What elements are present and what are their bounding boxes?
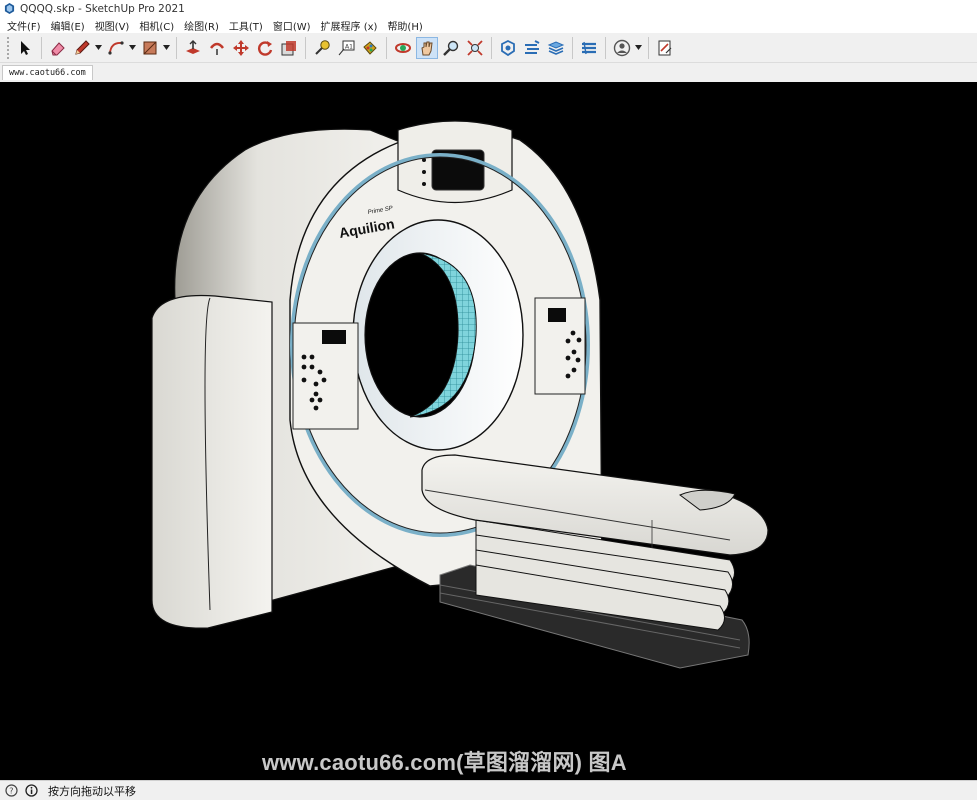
tape-measure-tool-button[interactable] <box>311 37 333 59</box>
menu-extensions[interactable]: 扩展程序 (x) <box>316 18 383 33</box>
toolbar-separator <box>386 36 387 59</box>
watermark-text: www.caotu66.com(草图溜溜网) 图A <box>262 750 627 775</box>
scene-tab[interactable]: www.caotu66.com <box>2 65 93 80</box>
eraser-icon <box>51 41 65 55</box>
zoom-icon <box>443 40 459 56</box>
window-title: QQQQ.skp - SketchUp Pro 2021 <box>20 2 185 15</box>
line-tool-dropdown[interactable] <box>94 37 102 59</box>
paint-bucket-tool-button[interactable] <box>359 37 381 59</box>
svg-text:?: ? <box>9 787 13 796</box>
toolbar-separator <box>491 36 492 59</box>
layout-icon <box>658 40 672 55</box>
paint-bucket-icon <box>363 40 377 55</box>
extension-warehouse-button[interactable] <box>578 37 600 59</box>
tape-measure-icon <box>315 39 330 55</box>
toolbar-separator <box>648 36 649 59</box>
gantry-left-pedestal <box>151 294 273 629</box>
select-icon <box>21 40 30 55</box>
components-button[interactable] <box>521 37 543 59</box>
menu-bar: 文件(F) 编辑(E) 视图(V) 相机(C) 绘图(R) 工具(T) 窗口(W… <box>0 17 977 33</box>
orbit-icon <box>395 42 411 53</box>
toolbar-separator <box>572 36 573 59</box>
toolbar-grip[interactable] <box>7 36 10 59</box>
pencil-line-icon <box>75 39 90 55</box>
menu-camera[interactable]: 相机(C) <box>134 18 179 33</box>
menu-file[interactable]: 文件(F) <box>2 18 46 33</box>
toolbar-separator <box>605 36 606 59</box>
menu-view[interactable]: 视图(V) <box>90 18 135 33</box>
text-tool-button[interactable]: A1 <box>335 37 357 59</box>
orbit-tool-button[interactable] <box>392 37 414 59</box>
layers-icon <box>547 40 565 55</box>
geo-location-button[interactable]: ? <box>4 784 18 798</box>
send-to-layout-button[interactable] <box>654 37 676 59</box>
layers-button[interactable] <box>545 37 567 59</box>
chevron-down-icon <box>162 45 170 50</box>
3d-warehouse-button[interactable] <box>497 37 519 59</box>
account-dropdown[interactable] <box>634 37 642 59</box>
status-bar: ? 按方向拖动以平移 <box>0 780 977 800</box>
scale-tool-button[interactable] <box>278 37 300 59</box>
title-bar: QQQQ.skp - SketchUp Pro 2021 <box>0 0 977 17</box>
toolbar-separator <box>41 36 42 59</box>
rotate-tool-button[interactable] <box>254 37 276 59</box>
rotate-icon <box>258 40 273 56</box>
sketchup-app-icon <box>4 3 15 14</box>
zoom-tool-button[interactable] <box>440 37 462 59</box>
scene-tab-bar: www.caotu66.com <box>0 63 977 80</box>
follow-me-tool-button[interactable] <box>206 37 228 59</box>
text-icon: A1 <box>338 40 355 55</box>
extension-warehouse-icon <box>582 41 596 54</box>
menu-help[interactable]: 帮助(H) <box>382 18 427 33</box>
ct-scanner-model: Prime SP Aquilion <box>151 120 769 669</box>
shape-tool-dropdown[interactable] <box>162 37 170 59</box>
scale-icon <box>281 40 296 55</box>
zoom-extents-icon <box>467 39 483 56</box>
pan-icon <box>421 41 433 55</box>
chevron-down-icon <box>128 45 136 50</box>
chevron-down-icon <box>94 45 102 50</box>
menu-window[interactable]: 窗口(W) <box>268 18 316 33</box>
status-message: 按方向拖动以平移 <box>48 784 136 798</box>
toolbar-separator <box>176 36 177 59</box>
push-pull-tool-button[interactable] <box>182 37 204 59</box>
arc-tool-dropdown[interactable] <box>128 37 136 59</box>
info-icon <box>24 784 38 797</box>
zoom-extents-tool-button[interactable] <box>464 37 486 59</box>
follow-me-icon <box>210 42 224 55</box>
move-icon <box>233 39 249 56</box>
toolbar-separator <box>305 36 306 59</box>
model-viewport[interactable]: Prime SP Aquilion www.caotu66.com(草图溜溜网)… <box>0 82 977 780</box>
arc-icon <box>108 40 124 55</box>
eraser-tool-button[interactable] <box>47 37 69 59</box>
arc-tool-button[interactable] <box>105 37 127 59</box>
rectangle-icon <box>143 41 157 54</box>
move-tool-button[interactable] <box>230 37 252 59</box>
menu-tools[interactable]: 工具(T) <box>224 18 268 33</box>
pan-tool-button[interactable] <box>416 36 438 59</box>
menu-edit[interactable]: 编辑(E) <box>46 18 90 33</box>
push-pull-icon <box>186 39 200 54</box>
select-tool-button[interactable] <box>14 37 36 59</box>
rectangle-tool-button[interactable] <box>139 37 161 59</box>
geo-location-icon: ? <box>4 784 18 797</box>
line-tool-button[interactable] <box>71 37 93 59</box>
account-button[interactable] <box>611 37 633 59</box>
components-icon <box>525 39 540 54</box>
account-icon <box>613 39 631 56</box>
warehouse-icon <box>501 39 515 56</box>
instructor-button[interactable] <box>24 784 38 798</box>
svg-text:A1: A1 <box>345 43 353 50</box>
toolbar: A1 <box>0 33 977 63</box>
chevron-down-icon <box>634 45 642 50</box>
menu-draw[interactable]: 绘图(R) <box>179 18 224 33</box>
